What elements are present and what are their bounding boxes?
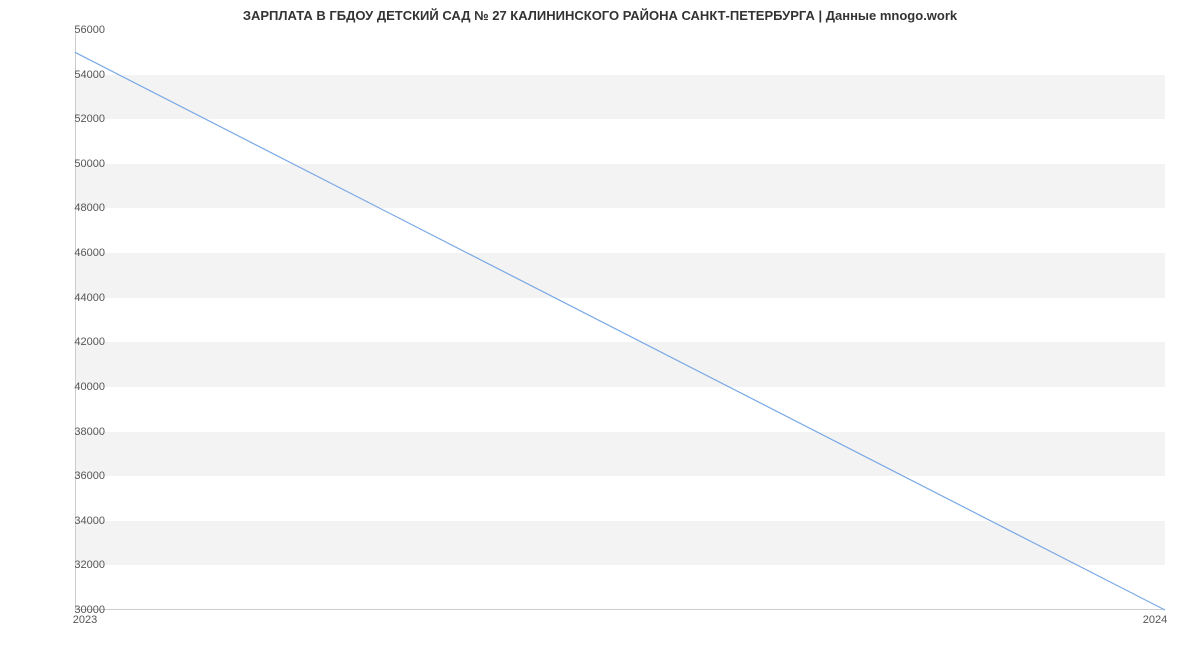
y-tick-label: 50000 (55, 158, 105, 170)
y-tick-label: 52000 (55, 113, 105, 125)
chart-title: ЗАРПЛАТА В ГБДОУ ДЕТСКИЙ САД № 27 КАЛИНИ… (0, 8, 1200, 23)
x-tick-label: 2023 (73, 614, 97, 626)
y-tick-label: 44000 (55, 292, 105, 304)
y-tick-label: 46000 (55, 247, 105, 259)
plot-area (75, 30, 1165, 610)
y-tick-label: 40000 (55, 381, 105, 393)
y-tick-label: 34000 (55, 515, 105, 527)
y-tick-label: 54000 (55, 69, 105, 81)
y-tick-label: 38000 (55, 426, 105, 438)
y-tick-label: 36000 (55, 470, 105, 482)
y-tick-label: 56000 (55, 24, 105, 36)
data-line (75, 30, 1165, 610)
y-tick-label: 32000 (55, 559, 105, 571)
y-tick-label: 42000 (55, 336, 105, 348)
x-tick-label: 2024 (1143, 614, 1167, 626)
y-tick-label: 48000 (55, 202, 105, 214)
